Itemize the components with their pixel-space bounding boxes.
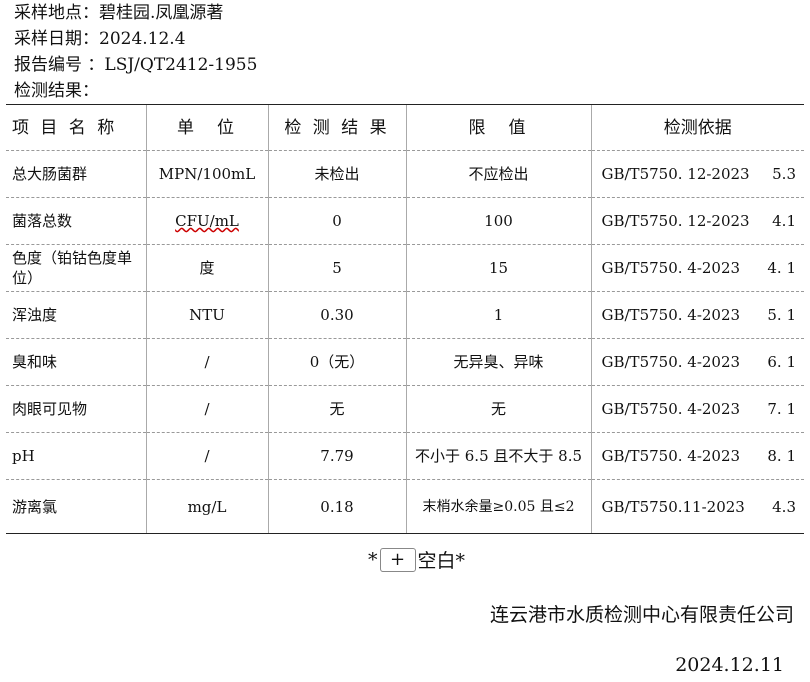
item-limit: 1 — [405, 291, 591, 339]
basis-standard: GB/T5750. 4-2023 — [601, 306, 741, 324]
basis-clause: 4. 1 — [767, 259, 796, 277]
basis-standard: GB/T5750. 12-2023 — [601, 165, 750, 183]
basis-clause: 7. 1 — [767, 400, 796, 418]
column-header-result: 检 测 结 果 — [267, 104, 406, 151]
item-basis: GB/T5750. 4-2023 6. 1 — [590, 338, 804, 386]
item-basis: GB/T5750. 12-2023 4.1 — [590, 197, 804, 245]
column-header-limit: 限 值 — [405, 104, 591, 151]
item-name: 色度（铂钴色度单位） — [6, 244, 146, 292]
item-basis: GB/T5750.11-2023 4.3 — [590, 479, 804, 534]
item-basis: GB/T5750. 4-2023 8. 1 — [590, 432, 804, 480]
item-name: pH — [6, 432, 146, 480]
basis-standard: GB/T5750. 12-2023 — [601, 212, 750, 230]
basis-standard: GB/T5750. 4-2023 — [601, 259, 741, 277]
basis-standard: GB/T5750. 4-2023 — [601, 447, 741, 465]
basis-clause: 5.3 — [772, 165, 796, 183]
item-name: 肉眼可见物 — [6, 385, 146, 433]
unit-text: CFU/mL — [175, 212, 239, 230]
item-name: 总大肠菌群 — [6, 150, 146, 198]
basis-standard: GB/T5750. 4-2023 — [601, 400, 741, 418]
company-name: 连云港市水质检测中心有限责任公司 — [489, 604, 794, 626]
item-unit: mg/L — [145, 479, 268, 534]
table-row: 色度（铂钴色度单位） 度 5 15 GB/T5750. 4-2023 4. 1 — [6, 244, 804, 292]
item-name: 浑浊度 — [6, 291, 146, 339]
item-unit: / — [145, 385, 268, 433]
item-limit: 末梢水余量≥0.05 且≤2 — [405, 479, 591, 534]
report-number: 报告编号 ：LSJ/QT2412-1955 — [14, 55, 258, 75]
item-result: 7.79 — [267, 432, 406, 480]
item-unit: / — [145, 338, 268, 386]
basis-clause: 4.3 — [772, 497, 796, 516]
item-result: 5 — [267, 244, 406, 292]
item-result: 0 — [267, 197, 406, 245]
blank-suffix: 空白* — [417, 550, 466, 572]
item-result: 未检出 — [267, 150, 406, 198]
item-unit: / — [145, 432, 268, 480]
table-row: 总大肠菌群 MPN/100mL 未检出 不应检出 GB/T5750. 12-20… — [6, 150, 804, 198]
item-name: 臭和味 — [6, 338, 146, 386]
item-unit: CFU/mL — [145, 197, 268, 245]
item-result: 0.18 — [267, 479, 406, 534]
item-limit: 不小于 6.5 且不大于 8.5 — [405, 432, 591, 480]
table-row: pH / 7.79 不小于 6.5 且不大于 8.5 GB/T5750. 4-2… — [6, 432, 804, 480]
column-header-basis: 检测依据 — [590, 104, 804, 151]
basis-clause: 6. 1 — [767, 353, 796, 371]
item-limit: 15 — [405, 244, 591, 292]
item-unit: NTU — [145, 291, 268, 339]
item-basis: GB/T5750. 4-2023 4. 1 — [590, 244, 804, 292]
table-row: 菌落总数 CFU/mL 0 100 GB/T5750. 12-2023 4.1 — [6, 197, 804, 245]
basis-clause: 5. 1 — [767, 306, 796, 324]
item-limit: 不应检出 — [405, 150, 591, 198]
basis-standard: GB/T5750.11-2023 — [601, 497, 745, 516]
item-unit: 度 — [145, 244, 268, 292]
item-result: 无 — [267, 385, 406, 433]
item-basis: GB/T5750. 12-2023 5.3 — [590, 150, 804, 198]
item-name: 菌落总数 — [6, 197, 146, 245]
item-basis: GB/T5750. 4-2023 5. 1 — [590, 291, 804, 339]
results-table: 项 目 名 称 单 位 检 测 结 果 限 值 检测依据 总大肠菌群 MPN/1… — [6, 104, 804, 534]
item-result: 0.30 — [267, 291, 406, 339]
table-row: 浑浊度 NTU 0.30 1 GB/T5750. 4-2023 5. 1 — [6, 291, 804, 339]
table-row: 游离氯 mg/L 0.18 末梢水余量≥0.05 且≤2 GB/T5750.11… — [6, 479, 804, 534]
plus-button[interactable]: + — [379, 547, 416, 572]
table-row: 肉眼可见物 / 无 无 GB/T5750. 4-2023 7. 1 — [6, 385, 804, 433]
table-header-row: 项 目 名 称 单 位 检 测 结 果 限 值 检测依据 — [6, 104, 804, 151]
basis-clause: 8. 1 — [767, 447, 796, 465]
result-title: 检测结果： — [14, 81, 99, 101]
report-date: 2024.12.11 — [675, 654, 784, 676]
item-result: 0（无） — [267, 338, 406, 386]
item-unit: MPN/100mL — [145, 150, 268, 198]
basis-standard: GB/T5750. 4-2023 — [601, 353, 741, 371]
item-name: 游离氯 — [6, 479, 146, 534]
blank-prefix: * — [368, 548, 378, 571]
sampling-date: 采样日期：2024.12.4 — [14, 29, 186, 49]
blank-marker: * + 空白* — [368, 546, 465, 573]
item-basis: GB/T5750. 4-2023 7. 1 — [590, 385, 804, 433]
column-header-unit: 单 位 — [145, 104, 268, 151]
item-limit: 无异臭、异味 — [405, 338, 591, 386]
item-limit: 无 — [405, 385, 591, 433]
table-row: 臭和味 / 0（无） 无异臭、异味 GB/T5750. 4-2023 6. 1 — [6, 338, 804, 386]
column-header-item: 项 目 名 称 — [6, 104, 146, 151]
item-limit: 100 — [405, 197, 591, 245]
sampling-location: 采样地点：碧桂园.凤凰源著 — [14, 3, 224, 23]
basis-clause: 4.1 — [772, 212, 796, 230]
